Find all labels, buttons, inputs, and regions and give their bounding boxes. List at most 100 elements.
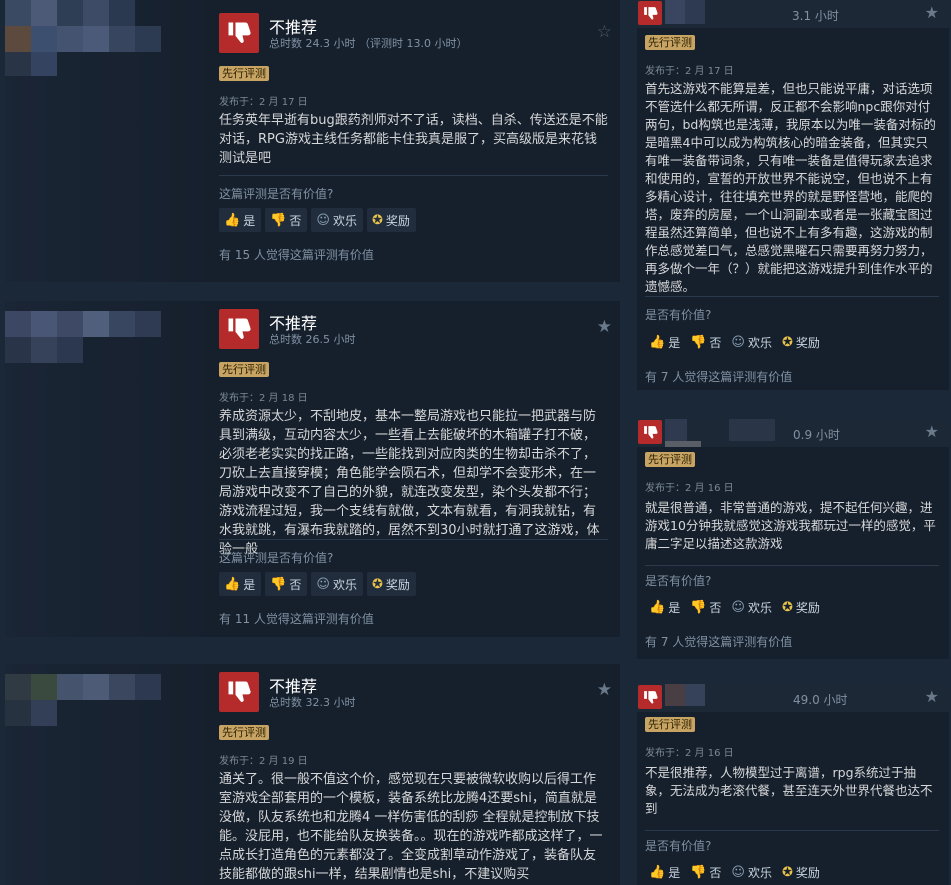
vote-buttons: 👍 是 👎 否 ☺ 欢乐 ✪ 奖励 [645,330,824,354]
vote-yes-button[interactable]: 👍 是 [645,595,684,619]
helpful-count: 有 11 人觉得这篇评测有价值 [219,612,374,626]
early-access-badge: 先行评测 [219,66,269,81]
vote-funny-button[interactable]: ☺ 欢乐 [727,330,776,354]
star-icon[interactable]: ★ [925,3,939,22]
vote-yes-button[interactable]: 👍 是 [219,208,262,232]
award-icon: ✪ [781,599,793,615]
thumbs-down-icon: 👎 [690,864,707,880]
review-card: 0.9 小时 ★ 先行评测 发布于：2 月 16 日 就是很普通，非常普通的游戏… [637,419,949,659]
early-access-badge: 先行评测 [219,725,269,740]
star-icon[interactable]: ★ [925,687,939,706]
reviewer-header[interactable]: 0.9 小时 ★ [637,419,949,447]
divider [219,539,608,540]
smiley-icon: ☺ [316,212,330,228]
thumbs-down-icon: 👎 [690,599,707,615]
review-date: 发布于：2 月 17 日 [219,97,308,108]
review-card: 49.0 小时 ★ 先行评测 发布于：2 月 16 日 不是很推荐，人物模型过于… [637,684,949,885]
review-card: 3.1 小时 ★ 先行评测 发布于：2 月 17 日 首先这游戏不能算是差，但也… [637,0,949,390]
smiley-icon: ☺ [731,599,745,615]
star-icon[interactable]: ★ [597,317,612,337]
star-icon[interactable]: ★ [925,422,939,441]
avatar [5,0,31,26]
helpful-question: 是否有价值? [645,574,712,588]
vote-no-button[interactable]: 👎 否 [265,572,308,596]
vote-buttons: 👍 是 👎 否 ☺ 欢乐 ✪ 奖励 [219,208,416,232]
vote-yes-button[interactable]: 👍 是 [645,330,684,354]
thumbs-up-icon: 👍 [649,334,666,350]
early-access-badge: 先行评测 [645,35,695,50]
star-icon[interactable]: ☆ [597,22,612,42]
reviewer-info[interactable] [5,0,211,282]
review-card: 不推荐 总时数 26.5 小时 ★ 先行评测 发布于：2 月 18 日 养成资源… [5,301,620,637]
review-card: 不推荐 总时数 24.3 小时 （评测时 13.0 小时） ☆ 先行评测 发布于… [5,0,620,282]
vote-buttons: 👍 是 👎 否 ☺ 欢乐 ✪ 奖励 [645,860,824,884]
avatar [665,419,687,441]
award-button[interactable]: ✪ 奖励 [366,572,416,596]
thumbs-down-icon [638,1,662,25]
review-hours: 总时数 24.3 小时 （评测时 13.0 小时） [269,37,468,50]
review-hours: 3.1 小时 [792,9,839,23]
thumbs-down-icon [219,13,259,53]
review-date: 发布于：2 月 16 日 [645,483,734,494]
review-date: 发布于：2 月 17 日 [645,66,734,77]
helpful-question: 是否有价值? [645,839,712,853]
helpful-count: 有 7 人觉得这篇评测有价值 [645,370,793,384]
divider [645,565,939,566]
review-text: 不是很推荐，人物模型过于离谱，rpg系统过于抽象，无法成为老滚代餐，甚至连天外世… [645,765,933,816]
award-button[interactable]: ✪ 奖励 [778,595,824,619]
thumbs-down-icon [219,309,259,349]
award-icon: ✪ [781,334,793,350]
thumbs-down-icon [638,685,662,709]
reviewer-info[interactable] [5,301,211,637]
thumbs-up-icon: 👍 [649,864,666,880]
award-button[interactable]: ✪ 奖励 [778,330,824,354]
award-button[interactable]: ✪ 奖励 [366,208,416,232]
avatar [5,674,31,700]
review-text: 任务英年早逝有bug跟药剂师对不了话，读档、自杀、传送还是不能对话，RPG游戏主… [219,113,608,166]
reviewer-header[interactable]: 49.0 小时 ★ [637,684,949,712]
review-text: 养成资源太少，不刮地皮，基本一整局游戏也只能拉一把武器与防具到满级，互动内容太少… [219,409,600,557]
vote-no-button[interactable]: 👎 否 [686,330,725,354]
award-icon: ✪ [781,864,793,880]
divider [219,175,608,176]
helpful-count: 有 7 人觉得这篇评测有价值 [645,635,793,649]
vote-yes-button[interactable]: 👍 是 [219,572,262,596]
vote-no-button[interactable]: 👎 否 [686,860,725,884]
review-date: 发布于：2 月 19 日 [219,756,308,767]
thumbs-down-icon: 👎 [270,212,287,228]
vote-funny-button[interactable]: ☺ 欢乐 [311,572,363,596]
vote-buttons: 👍 是 👎 否 ☺ 欢乐 ✪ 奖励 [219,572,416,596]
thumbs-down-icon: 👎 [270,576,287,592]
review-text: 首先这游戏不能算是差，但也只能说平庸，对话选项不管选什么都无所谓，反正都不会影响… [645,81,936,294]
review-date: 发布于：2 月 18 日 [219,393,308,404]
thumbs-up-icon: 👍 [224,212,241,228]
vote-no-button[interactable]: 👎 否 [265,208,308,232]
award-button[interactable]: ✪ 奖励 [778,860,824,884]
review-text: 通关了。很一般不值这个价，感觉现在只要被微软收购以后得工作室游戏全部套用的一个模… [219,772,603,882]
vote-funny-button[interactable]: ☺ 欢乐 [727,860,776,884]
star-icon[interactable]: ★ [597,680,612,700]
award-icon: ✪ [371,576,383,592]
review-list-right: 3.1 小时 ★ 先行评测 发布于：2 月 17 日 首先这游戏不能算是差，但也… [637,0,951,885]
vote-funny-button[interactable]: ☺ 欢乐 [311,208,363,232]
vote-funny-button[interactable]: ☺ 欢乐 [727,595,776,619]
vote-yes-button[interactable]: 👍 是 [645,860,684,884]
helpful-question: 是否有价值? [645,308,712,322]
reviewer-header[interactable]: 3.1 小时 ★ [637,0,949,28]
early-access-badge: 先行评测 [219,362,269,377]
smiley-icon: ☺ [731,864,745,880]
smiley-icon: ☺ [731,334,745,350]
divider [645,296,939,297]
review-hours: 总时数 32.3 小时 [269,696,356,709]
review-hours: 0.9 小时 [793,428,840,442]
helpful-question: 这篇评测是否有价值? [219,187,334,201]
review-list-left: 不推荐 总时数 24.3 小时 （评测时 13.0 小时） ☆ 先行评测 发布于… [0,0,625,885]
review-date: 发布于：2 月 16 日 [645,748,734,759]
reviewer-info[interactable] [5,664,211,885]
avatar [5,311,31,337]
vote-no-button[interactable]: 👎 否 [686,595,725,619]
early-access-badge: 先行评测 [645,452,695,467]
vote-buttons: 👍 是 👎 否 ☺ 欢乐 ✪ 奖励 [645,595,824,619]
award-icon: ✪ [371,212,383,228]
thumbs-down-icon [638,420,662,444]
